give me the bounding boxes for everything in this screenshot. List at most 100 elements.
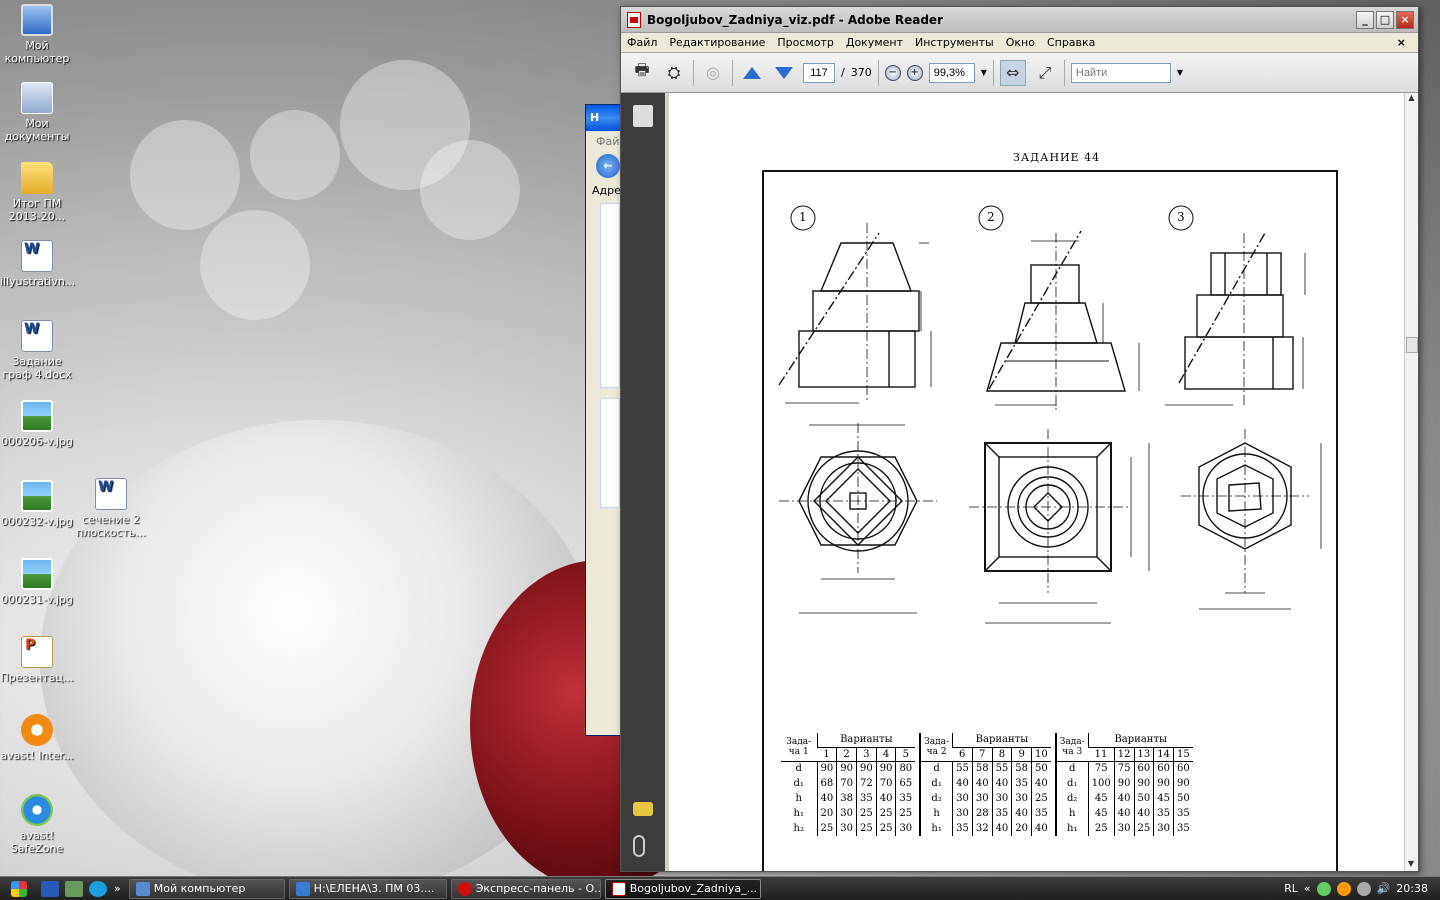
explorer-window[interactable]: Н Файл ← Адре [585,104,626,736]
quicklaunch-more[interactable]: » [114,882,121,895]
zoom-in-button[interactable]: + [906,64,923,81]
cell: 30 [895,821,916,836]
update-tray-icon[interactable] [1356,881,1371,896]
desktop-icon-word-doc[interactable]: illyustrativn... [0,240,76,288]
cell: 100 [1087,776,1115,791]
desktop-icon-label: сечение 2 плоскость... [76,513,146,539]
find-input[interactable] [1070,62,1171,83]
share-icon[interactable]: ⛭ [661,60,687,86]
document-viewport[interactable]: ЗАДАНИЕ 44 Зада-ча 1 Варианты 1 2 3 4 5 … [669,93,1404,871]
cell: 90 [1133,776,1154,791]
next-page-button[interactable] [771,60,797,86]
reader-titlebar[interactable]: Bogoljubov_Zadniya_viz.pdf - Adobe Reade… [621,7,1418,33]
fit-width-icon[interactable]: ⇔ [999,59,1026,86]
volume-icon[interactable]: 🔊 [1377,882,1391,895]
desktop-icon-image[interactable]: 000232-v.jpg [0,480,74,528]
skype-quicklaunch-icon[interactable] [89,880,107,897]
document-close-button[interactable]: × [1391,36,1412,49]
menu-window[interactable]: Окно [1000,36,1041,49]
desktop-icon-my-computer[interactable]: Мой компьютер [0,4,74,65]
attachment-paperclip-icon[interactable] [633,835,645,857]
avast-tray-icon[interactable] [1336,881,1351,896]
image-file-icon [21,480,53,512]
minimize-button[interactable]: _ [1356,10,1374,29]
menu-edit[interactable]: Редактирование [663,36,771,49]
language-indicator[interactable]: RL [1284,882,1298,895]
scroll-up-arrow-icon[interactable]: ▲ [1405,93,1418,105]
comments-icon[interactable] [633,802,653,816]
fit-page-icon[interactable]: ⤢ [1032,60,1058,86]
collaborate-icon[interactable]: ◎ [700,60,726,86]
desktop-icon-folder[interactable]: Итог ПМ 2013-20... [0,162,74,223]
print-icon[interactable]: 🖶 [629,60,655,86]
desktop-icon-image[interactable]: 000231-v.jpg [0,558,74,606]
zoom-input[interactable] [928,62,975,83]
desktop-icon-word-doc[interactable]: сечение 2 плоскость... [74,478,148,539]
menu-help[interactable]: Справка [1041,36,1101,49]
cell: 25 [1087,821,1115,836]
variant-number: 4 [875,747,896,762]
close-button[interactable]: × [1396,10,1414,29]
network-icon[interactable] [1316,881,1331,896]
my-computer-icon [135,881,150,896]
maximize-button[interactable]: □ [1376,10,1394,29]
desktop-icon-presentation[interactable]: Презентац... [0,636,74,684]
find-dropdown-icon[interactable]: ▼ [1177,68,1183,77]
cell: 45 [1087,806,1115,821]
cell: 25 [1031,791,1051,806]
menu-document[interactable]: Документ [840,36,909,49]
cell: 50 [1133,791,1154,806]
desktop-icon-avast-safezone[interactable]: avast! SafeZone [0,794,74,855]
desktop-icon-label: Итог ПМ 2013-20... [8,197,66,223]
back-arrow-icon[interactable]: ← [596,154,620,178]
toolbar-separator [693,59,694,86]
scrollbar-thumb[interactable] [1406,337,1418,353]
explorer-titlebar[interactable]: Н [586,105,624,131]
cell: 35 [952,821,973,836]
row-label: h [795,793,802,804]
start-button[interactable] [0,877,38,900]
task-label: H:\ЕЛЕНА\3. ПМ 03.... [313,882,435,895]
task-label: Мой компьютер [153,882,246,895]
desktop-icon-avast[interactable]: avast! Inter... [0,714,74,762]
menu-view[interactable]: Просмотр [771,36,839,49]
cell: 60 [1153,761,1174,776]
cell: 35 [1031,806,1051,821]
mail-quicklaunch-icon[interactable] [65,880,83,897]
desktop-icon-image[interactable]: 000206-v.jpg [0,400,74,448]
cell: 35 [1172,821,1193,836]
arrow-up-icon [743,66,761,79]
table-row: h₁ 20 30 25 25 25 [781,806,916,821]
menu-file[interactable]: Файл [621,36,663,49]
taskbar-task[interactable]: Экспресс-панель - О... [450,878,601,899]
vertical-scrollbar[interactable]: ▲ ▼ [1404,93,1418,871]
word-document-icon [21,320,53,352]
table-row: h₁ 25 30 25 30 35 [1056,821,1193,836]
table-row: d₂ 30 30 30 30 25 [920,791,1051,806]
adobe-reader-window[interactable]: Bogoljubov_Zadniya_viz.pdf - Adobe Reade… [620,6,1419,872]
table-header: Варианты [952,733,1051,748]
previous-page-button[interactable] [739,60,765,86]
taskbar-task[interactable]: Bogoljubov_Zadniya_... [604,878,761,899]
explorer-icon [295,881,310,896]
scroll-down-arrow-icon[interactable]: ▼ [1405,859,1417,871]
taskbar-task[interactable]: H:\ЕЛЕНА\3. ПМ 03.... [288,878,447,899]
cell: 60 [1172,761,1193,776]
zoom-out-button[interactable]: − [884,64,901,81]
word-quicklaunch-icon[interactable] [41,880,59,897]
explorer-menu[interactable]: Файл [586,131,626,148]
cell: 45 [1087,791,1115,806]
word-document-icon [95,478,127,510]
menu-tools[interactable]: Инструменты [909,36,1000,49]
page-total: 370 [850,66,872,79]
zoom-dropdown-icon[interactable]: ▼ [981,68,987,77]
reader-toolbar: 🖶 ⛭ ◎ / 370 − + ▼ ⇔ ⤢ ▼ [621,53,1418,93]
desktop-icon-my-documents[interactable]: Мои документы [0,82,74,143]
page-number-input[interactable] [803,62,835,83]
tray-expand-chevron[interactable]: « [1304,882,1311,895]
desktop-icon-word-doc[interactable]: Задание граф 4.docx [0,320,74,381]
pdf-icon [627,11,641,28]
desktop-icon-label: illyustrativn... [0,275,76,288]
taskbar-task[interactable]: Мой компьютер [128,878,285,899]
pages-panel-icon[interactable] [633,105,653,127]
